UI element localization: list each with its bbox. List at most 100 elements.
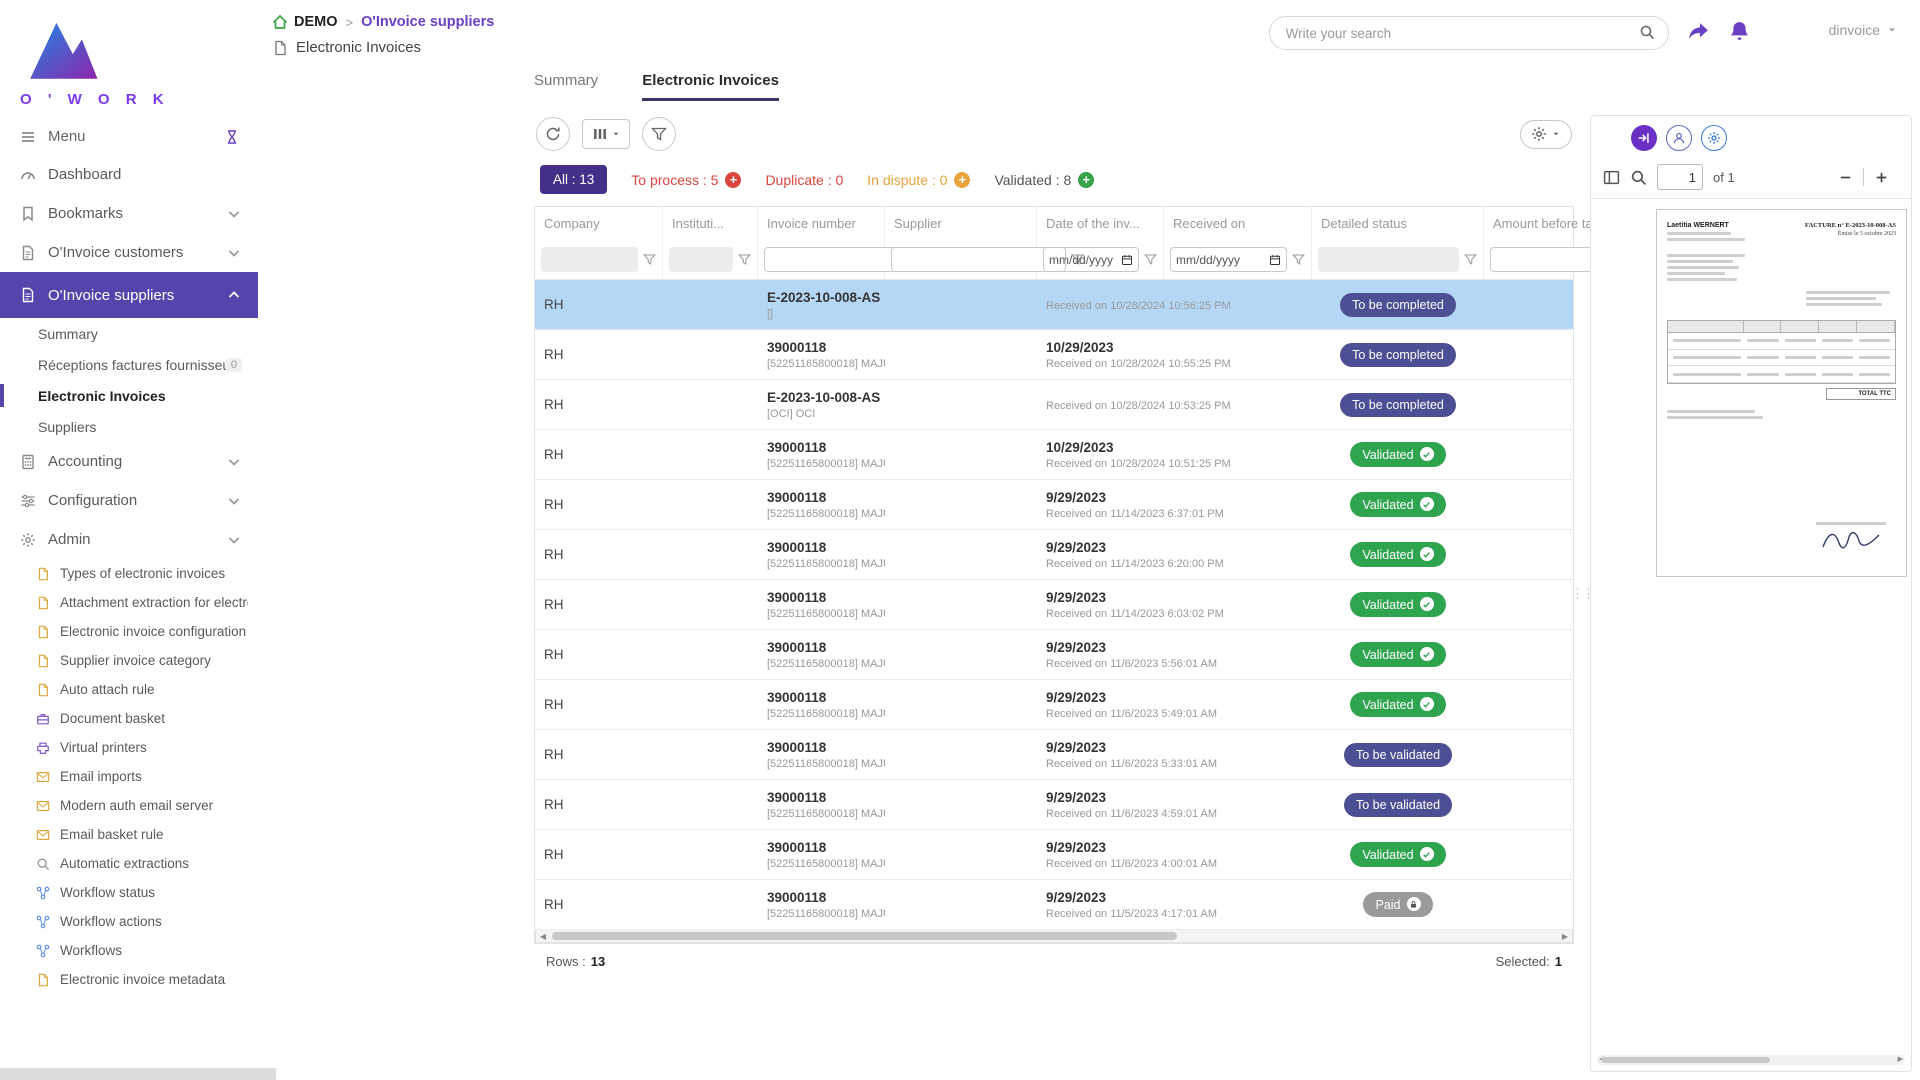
scrollbar-thumb[interactable] bbox=[1601, 1057, 1770, 1063]
assign-user-button[interactable] bbox=[1666, 125, 1692, 151]
scrollbar-thumb[interactable] bbox=[552, 932, 1177, 940]
filter-date-received[interactable]: mm/dd/yyyy bbox=[1170, 247, 1287, 272]
sidebar-subitem-summary[interactable]: Summary bbox=[0, 318, 258, 349]
chip-toprocess[interactable]: To process : 5 + bbox=[631, 172, 741, 188]
sidebar-menu-header[interactable]: Menu bbox=[0, 114, 258, 155]
sidebar-subitem-suppliers[interactable]: Suppliers bbox=[0, 411, 258, 442]
table-row[interactable]: RH 39000118 [52251165800018] MAJUSCULE 9… bbox=[535, 680, 1573, 730]
scroll-left-arrow[interactable]: ◀ bbox=[536, 930, 550, 943]
notifications-bell-button[interactable] bbox=[1728, 20, 1751, 43]
sidebar-item-o-invoice-suppliers[interactable]: O'Invoice suppliers bbox=[0, 272, 258, 318]
page-number-input[interactable] bbox=[1657, 164, 1703, 190]
search-icon[interactable] bbox=[1639, 24, 1655, 40]
table-settings-button[interactable] bbox=[1520, 120, 1572, 149]
sidebar-admin-item-electronic-invoice-metadata[interactable]: Electronic invoice metadata bbox=[0, 965, 258, 994]
sidebar-item-admin[interactable]: Admin bbox=[0, 520, 258, 559]
column-header-invoice-number[interactable]: Invoice number bbox=[758, 207, 885, 240]
scroll-right-arrow[interactable]: ▶ bbox=[1558, 930, 1572, 943]
refresh-button[interactable] bbox=[536, 117, 570, 151]
chip-dispute[interactable]: In dispute : 0 + bbox=[867, 172, 970, 188]
sidebar-admin-item-email-basket-rule[interactable]: Email basket rule bbox=[0, 820, 258, 849]
filter-funnel-icon[interactable] bbox=[1292, 253, 1305, 266]
chip-all[interactable]: All : 13 bbox=[540, 165, 607, 194]
scroll-right-arrow[interactable]: ▶ bbox=[1898, 1055, 1903, 1065]
tab-electronic-invoices[interactable]: Electronic Invoices bbox=[642, 72, 779, 101]
page-scrollbar-strip[interactable] bbox=[0, 1068, 276, 1080]
sidebar-admin-item-workflow-status[interactable]: Workflow status bbox=[0, 878, 258, 907]
filter-funnel-icon[interactable] bbox=[643, 253, 656, 266]
cell-supplier bbox=[885, 580, 1037, 629]
sidebar-admin-item-automatic-extractions[interactable]: Automatic extractions bbox=[0, 849, 258, 878]
breadcrumb-home-link[interactable]: DEMO bbox=[272, 14, 338, 30]
panel-settings-button[interactable] bbox=[1701, 125, 1727, 151]
sidebar-admin-item-document-basket[interactable]: Document basket bbox=[0, 704, 258, 733]
table-row[interactable]: RH 39000118 [52251165800018] MAJUSCULE 9… bbox=[535, 780, 1573, 830]
plus-circle-icon[interactable]: + bbox=[1078, 172, 1094, 188]
column-header-date[interactable]: Date of the inv... bbox=[1037, 207, 1164, 240]
column-header-institution[interactable]: Instituti... bbox=[663, 207, 758, 240]
share-button[interactable] bbox=[1687, 20, 1710, 43]
sidebar-admin-item-workflow-actions[interactable]: Workflow actions bbox=[0, 907, 258, 936]
chip-duplicate[interactable]: Duplicate : 0 bbox=[765, 172, 843, 188]
pdf-file-button[interactable] bbox=[1601, 128, 1622, 149]
table-row[interactable]: RH 39000118 [52251165800018] MAJUSCULE 1… bbox=[535, 330, 1573, 380]
filter-input-institution[interactable] bbox=[669, 247, 733, 272]
table-row[interactable]: RH 39000118 [52251165800018] MAJUSCULE 1… bbox=[535, 430, 1573, 480]
sidebar-item-accounting[interactable]: Accounting bbox=[0, 442, 258, 481]
sidebar-admin-item-modern-auth-email-server[interactable]: Modern auth email server bbox=[0, 791, 258, 820]
sidebar-subitem-electronic-invoices[interactable]: Electronic Invoices bbox=[0, 380, 258, 411]
sidebar-item-dashboard[interactable]: Dashboard bbox=[0, 155, 258, 194]
table-row[interactable]: RH E-2023-10-008-AS [] Received on 10/28… bbox=[535, 280, 1573, 330]
sidebar-item-configuration[interactable]: Configuration bbox=[0, 481, 258, 520]
column-header-company[interactable]: Company bbox=[535, 207, 663, 240]
table-row[interactable]: RH 39000118 [52251165800018] MAJUSCULE 9… bbox=[535, 630, 1573, 680]
sidebar-subitem-r-ceptions-factures-fournisseurs[interactable]: Réceptions factures fournisseurs 0 bbox=[0, 349, 258, 380]
sidebar-admin-item-virtual-printers[interactable]: Virtual printers bbox=[0, 733, 258, 762]
table-row[interactable]: RH 39000118 [52251165800018] MAJUSCULE 9… bbox=[535, 580, 1573, 630]
zoom-out-button[interactable] bbox=[1828, 170, 1863, 185]
plus-circle-icon[interactable]: + bbox=[954, 172, 970, 188]
panel-resize-handle[interactable]: ⋮⋮ bbox=[1574, 115, 1590, 1072]
document-icon bbox=[272, 40, 288, 56]
chip-validated[interactable]: Validated : 8 + bbox=[994, 172, 1094, 188]
column-header-supplier[interactable]: Supplier bbox=[885, 207, 1037, 240]
pin-sidebar-icon[interactable] bbox=[224, 129, 240, 145]
sidebar-admin-item-supplier-invoice-category[interactable]: Supplier invoice category bbox=[0, 646, 258, 675]
filter-input-detailed-status[interactable] bbox=[1318, 247, 1459, 272]
open-invoice-button[interactable] bbox=[1631, 125, 1657, 151]
pdf-search-icon[interactable] bbox=[1630, 169, 1647, 186]
plus-circle-icon[interactable]: + bbox=[725, 172, 741, 188]
search-input[interactable] bbox=[1269, 16, 1669, 50]
user-menu[interactable]: dinvoice bbox=[1829, 22, 1898, 38]
sidebar-item-o-invoice-customers[interactable]: O'Invoice customers bbox=[0, 233, 258, 272]
column-header-detailed-status[interactable]: Detailed status bbox=[1312, 207, 1484, 240]
filter-funnel-icon[interactable] bbox=[738, 253, 751, 266]
filter-input-company[interactable] bbox=[541, 247, 638, 272]
breadcrumb-current-link[interactable]: O'Invoice suppliers bbox=[361, 14, 494, 30]
table-row[interactable]: RH 39000118 [52251165800018] MAJUSCULE 9… bbox=[535, 730, 1573, 780]
table-row[interactable]: RH 39000118 [52251165800018] MAJUSCULE 9… bbox=[535, 880, 1573, 930]
sidebar-admin-item-attachment-extraction-for-electronic-invoices[interactable]: Attachment extraction for electronic inv… bbox=[0, 588, 258, 617]
sidebar-item-bookmarks[interactable]: Bookmarks bbox=[0, 194, 258, 233]
sidebar-admin-item-auto-attach-rule[interactable]: Auto attach rule bbox=[0, 675, 258, 704]
sidebar-admin-item-email-imports[interactable]: Email imports bbox=[0, 762, 258, 791]
table-row[interactable]: RH 39000118 [52251165800018] MAJUSCULE 9… bbox=[535, 530, 1573, 580]
sidebar-admin-item-workflows[interactable]: Workflows bbox=[0, 936, 258, 965]
table-row[interactable]: RH 39000118 [52251165800018] MAJUSCULE 9… bbox=[535, 830, 1573, 880]
table-row[interactable]: RH E-2023-10-008-AS [OCI] OCI Received o… bbox=[535, 380, 1573, 430]
sidebar-admin-item-types-of-electronic-invoices[interactable]: Types of electronic invoices bbox=[0, 559, 258, 588]
table-horizontal-scrollbar[interactable]: ◀ ▶ bbox=[535, 930, 1573, 943]
column-chooser-button[interactable] bbox=[582, 119, 630, 149]
column-header-received-on[interactable]: Received on bbox=[1164, 207, 1312, 240]
pdf-horizontal-scrollbar[interactable]: ◀ ▶ bbox=[1597, 1055, 1905, 1065]
filter-button[interactable] bbox=[642, 117, 676, 151]
zoom-in-button[interactable] bbox=[1864, 170, 1899, 185]
tab-summary[interactable]: Summary bbox=[534, 72, 598, 101]
sidebar-admin-item-electronic-invoice-configuration[interactable]: Electronic invoice configuration bbox=[0, 617, 258, 646]
filter-funnel-icon[interactable] bbox=[1464, 253, 1477, 266]
hamburger-icon[interactable] bbox=[20, 129, 36, 145]
toggle-sidebar-icon[interactable] bbox=[1603, 169, 1620, 186]
table-row[interactable]: RH 39000118 [52251165800018] MAJUSCULE 9… bbox=[535, 480, 1573, 530]
filter-date-invoice[interactable]: mm/dd/yyyy bbox=[1043, 247, 1139, 272]
filter-funnel-icon[interactable] bbox=[1144, 253, 1157, 266]
